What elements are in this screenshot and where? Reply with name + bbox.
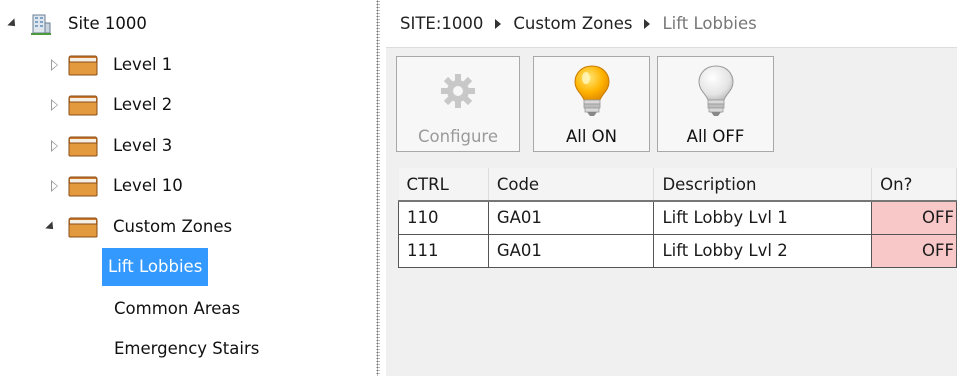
tree-node-label: Level 1 bbox=[113, 55, 173, 74]
breadcrumb-item-site[interactable]: SITE:1000 bbox=[400, 14, 483, 33]
zone-table: CTRL Code Description On? 110 GA01 Lift … bbox=[398, 168, 957, 268]
tree-node-common-areas[interactable]: Common Areas bbox=[108, 294, 246, 324]
cell-ctrl: 110 bbox=[398, 200, 489, 235]
lightbulb-on-icon bbox=[573, 65, 610, 116]
all-off-button[interactable]: All OFF bbox=[657, 56, 774, 152]
table-row[interactable]: 110 GA01 Lift Lobby Lvl 1 OFF bbox=[398, 200, 957, 235]
breadcrumb-item-lift-lobbies: Lift Lobbies bbox=[662, 14, 757, 33]
all-off-label: All OFF bbox=[686, 127, 745, 146]
tree-node-label: Level 10 bbox=[113, 176, 183, 195]
folder-icon bbox=[68, 176, 98, 196]
tree-node-label: Emergency Stairs bbox=[114, 339, 260, 358]
breadcrumb-separator-icon bbox=[495, 18, 502, 29]
splitter-grip[interactable] bbox=[376, 0, 380, 376]
configure-label: Configure bbox=[418, 127, 498, 146]
tree-node-site[interactable]: Site 1000 bbox=[7, 9, 153, 39]
cell-code: GA01 bbox=[487, 200, 655, 235]
column-header-code[interactable]: Code bbox=[488, 168, 655, 202]
cell-description: Lift Lobby Lvl 1 bbox=[653, 200, 873, 235]
splitter[interactable] bbox=[372, 0, 386, 376]
building-icon bbox=[31, 14, 51, 35]
column-header-ctrl[interactable]: CTRL bbox=[398, 168, 489, 202]
folder-icon bbox=[68, 95, 98, 115]
folder-icon bbox=[68, 217, 98, 237]
expanded-arrow-icon[interactable] bbox=[7, 18, 19, 30]
toolbar: Configure All ON All OFF bbox=[386, 48, 957, 158]
cell-description: Lift Lobby Lvl 2 bbox=[653, 233, 873, 268]
breadcrumb-item-custom-zones[interactable]: Custom Zones bbox=[513, 14, 632, 33]
folder-icon bbox=[68, 136, 98, 156]
configure-button[interactable]: Configure bbox=[396, 56, 520, 152]
tree-node-level-2[interactable]: Level 2 bbox=[51, 90, 178, 120]
cell-code: GA01 bbox=[487, 233, 655, 268]
tree-node-level-3[interactable]: Level 3 bbox=[51, 131, 178, 161]
table-row[interactable]: 111 GA01 Lift Lobby Lvl 2 OFF bbox=[398, 233, 957, 268]
tree-node-custom-zones[interactable]: Custom Zones bbox=[45, 212, 238, 242]
cell-on-status[interactable]: OFF bbox=[871, 233, 957, 268]
tree-node-label: Common Areas bbox=[114, 299, 241, 318]
table-header-row: CTRL Code Description On? bbox=[398, 168, 957, 202]
tree-node-label: Level 2 bbox=[113, 95, 173, 114]
collapsed-arrow-icon[interactable] bbox=[51, 180, 58, 192]
column-header-description[interactable]: Description bbox=[653, 168, 873, 202]
tree-node-label: Lift Lobbies bbox=[102, 248, 209, 286]
column-header-on[interactable]: On? bbox=[871, 168, 957, 202]
all-on-button[interactable]: All ON bbox=[533, 56, 650, 152]
all-on-label: All ON bbox=[565, 127, 618, 146]
zone-grid: CTRL Code Description On? 110 GA01 Lift … bbox=[386, 158, 957, 376]
expanded-arrow-icon[interactable] bbox=[45, 221, 57, 233]
collapsed-arrow-icon[interactable] bbox=[51, 59, 58, 71]
tree-node-label: Site 1000 bbox=[68, 14, 147, 33]
breadcrumb-separator-icon bbox=[644, 18, 651, 29]
tree-node-level-1[interactable]: Level 1 bbox=[51, 50, 178, 80]
site-tree[interactable]: Site 1000 Level 1 Level 2 Level 3 Level … bbox=[0, 0, 372, 376]
breadcrumb: SITE:1000 Custom Zones Lift Lobbies bbox=[386, 0, 957, 48]
collapsed-arrow-icon[interactable] bbox=[51, 140, 58, 152]
tree-node-level-10[interactable]: Level 10 bbox=[51, 171, 189, 201]
tree-node-emergency-stairs[interactable]: Emergency Stairs bbox=[108, 334, 265, 364]
collapsed-arrow-icon[interactable] bbox=[51, 99, 58, 111]
folder-icon bbox=[68, 55, 98, 75]
lightbulb-off-icon bbox=[697, 65, 734, 116]
tree-node-label: Custom Zones bbox=[113, 217, 233, 236]
tree-node-label: Level 3 bbox=[113, 136, 173, 155]
detail-pane: SITE:1000 Custom Zones Lift Lobbies Conf… bbox=[386, 0, 957, 376]
cell-ctrl: 111 bbox=[398, 233, 489, 268]
tree-node-lift-lobbies[interactable]: Lift Lobbies bbox=[102, 248, 209, 286]
gear-icon bbox=[441, 74, 475, 108]
cell-on-status[interactable]: OFF bbox=[871, 200, 957, 235]
